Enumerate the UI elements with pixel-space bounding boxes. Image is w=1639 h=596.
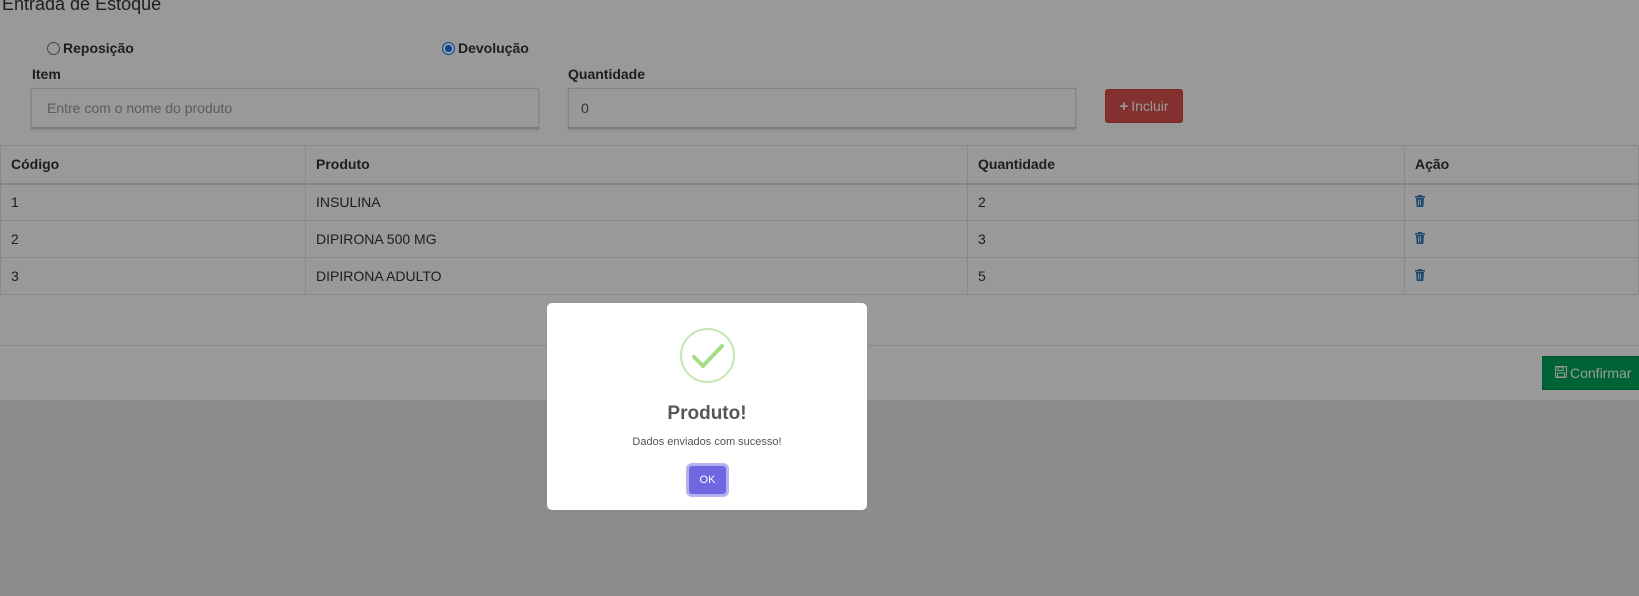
dialog-title: Produto! — [667, 403, 747, 424]
ok-button[interactable]: OK — [689, 466, 726, 494]
success-check-icon — [680, 328, 735, 383]
success-dialog: Produto! Dados enviados com sucesso! OK — [547, 303, 867, 510]
dialog-message: Dados enviados com sucesso! — [632, 436, 782, 448]
